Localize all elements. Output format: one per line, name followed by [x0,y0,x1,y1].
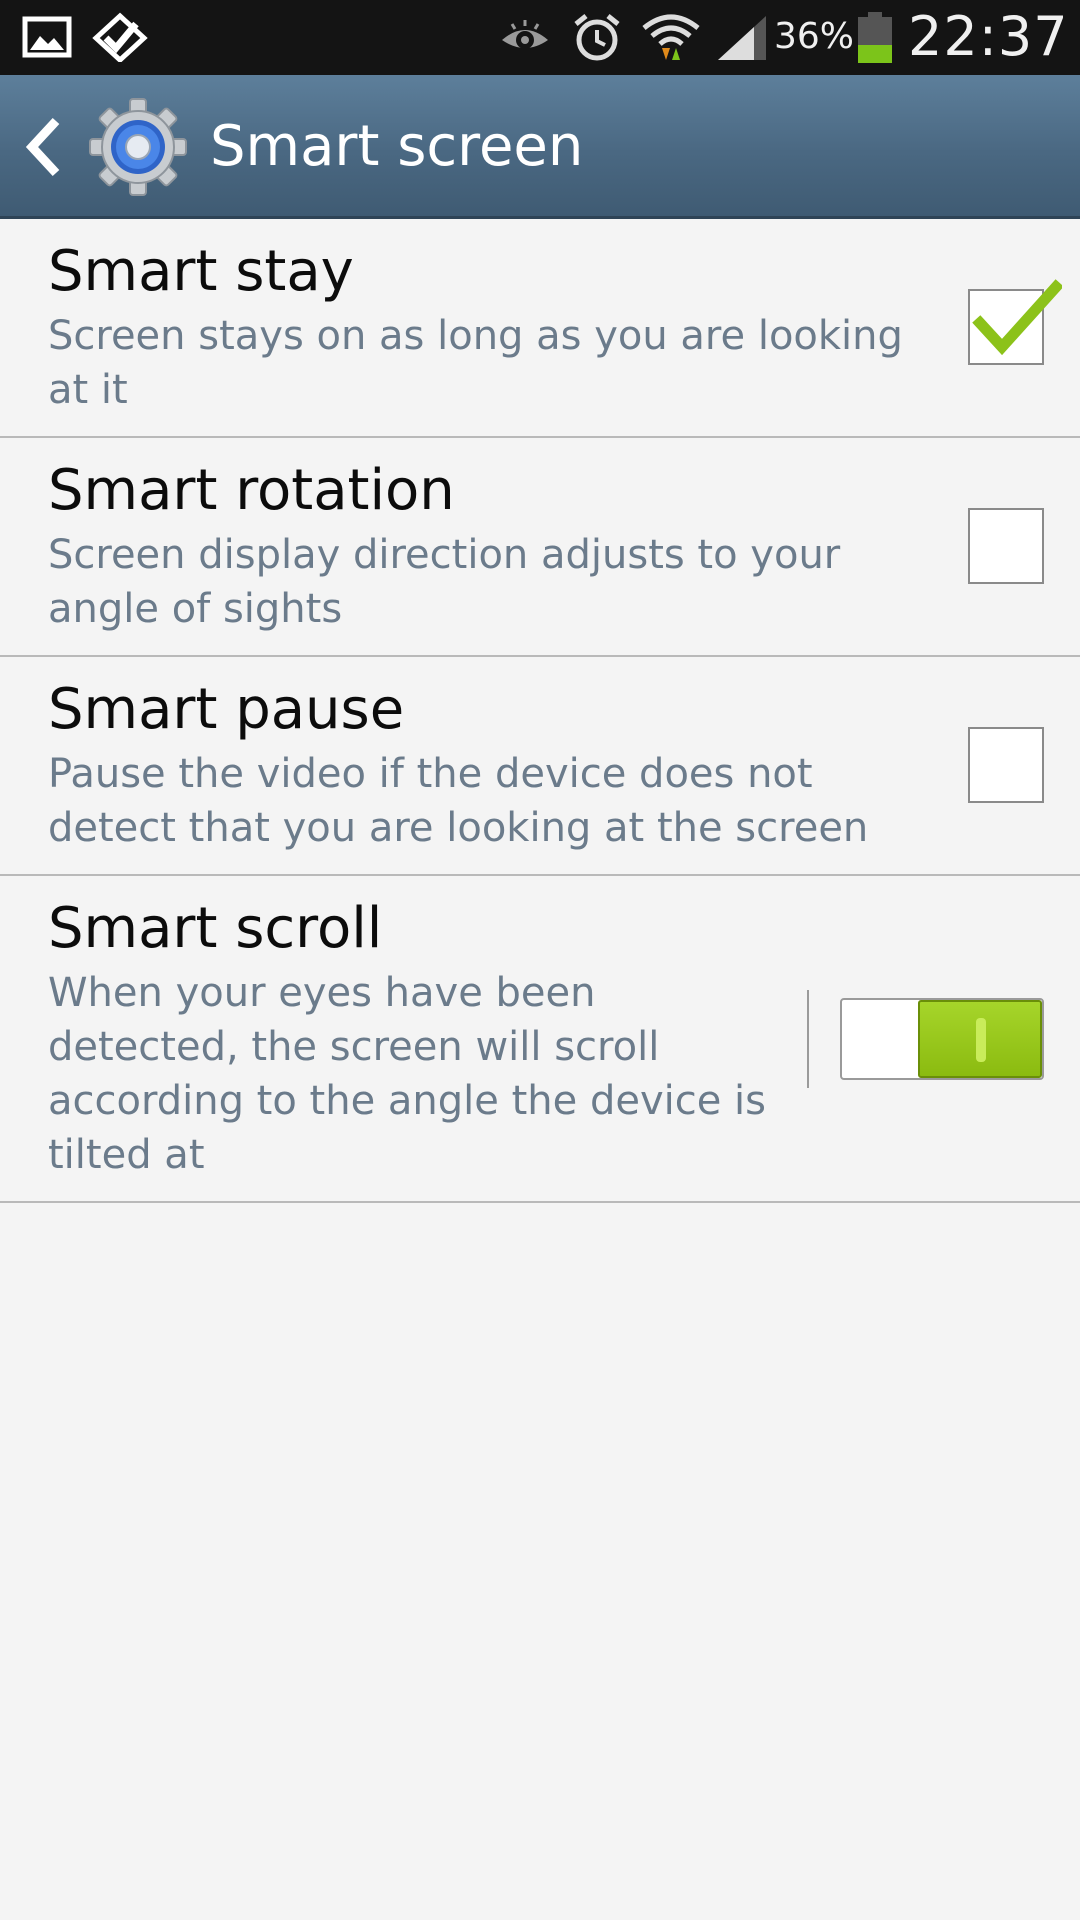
settings-gear-icon[interactable] [88,97,188,197]
battery-icon [856,12,894,64]
setting-summary: When your eyes have been detected, the s… [48,970,767,1178]
setting-smart-scroll[interactable]: Smart scroll When your eyes have been de… [0,876,1080,1203]
smart-stay-eye-icon [498,18,552,58]
clock: 22:37 [908,5,1069,68]
smart-stay-checkbox[interactable] [968,279,1062,365]
action-bar: Smart screen [0,75,1080,219]
checkmark-icon [972,279,1062,356]
setting-title: Smart scroll [48,896,383,961]
setting-title: Smart rotation [48,458,455,523]
signal-icon [716,14,768,62]
setting-summary: Screen stays on as long as you are looki… [48,313,903,413]
settings-list: Smart stay Screen stays on as long as yo… [0,219,1080,1203]
battery-percent: 36% [774,16,855,57]
back-icon[interactable] [24,115,64,179]
setting-smart-stay[interactable]: Smart stay Screen stays on as long as yo… [0,219,1080,438]
setting-smart-pause[interactable]: Smart pause Pause the video if the devic… [0,657,1080,876]
setting-title: Smart pause [48,677,405,742]
task-check-icon [92,12,148,64]
wifi-icon [640,10,702,64]
status-bar: 36% 22:37 [0,0,1080,75]
switch-knob[interactable] [918,1000,1042,1078]
smart-scroll-switch[interactable] [840,998,1044,1080]
setting-smart-rotation[interactable]: Smart rotation Screen display direction … [0,438,1080,657]
setting-summary: Screen display direction adjusts to your… [48,532,841,632]
page-title: Smart screen [210,114,584,179]
smart-rotation-checkbox[interactable] [968,508,1044,584]
switch-divider [807,990,809,1088]
setting-title: Smart stay [48,239,354,304]
alarm-icon [572,12,622,64]
setting-summary: Pause the video if the device does not d… [48,751,869,851]
switch-grip [976,1018,986,1062]
smart-pause-checkbox[interactable] [968,727,1044,803]
gallery-icon [22,16,72,58]
